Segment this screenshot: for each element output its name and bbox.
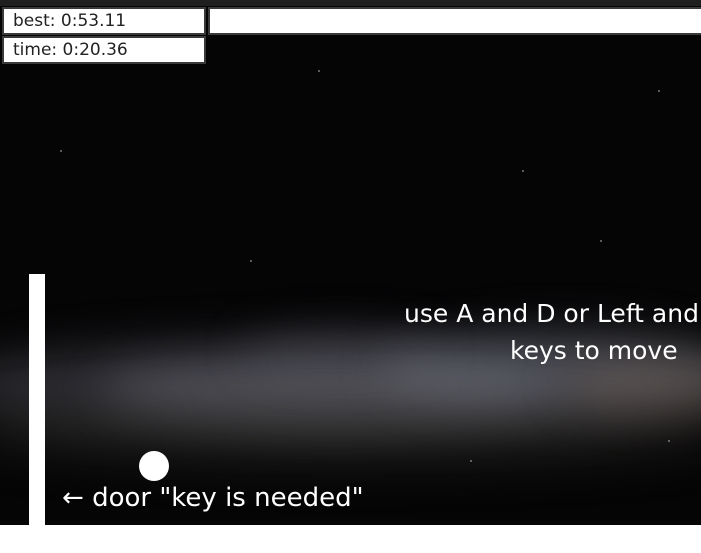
star — [522, 170, 524, 172]
door-wall — [29, 274, 45, 525]
nebula-band — [100, 360, 560, 420]
top-border — [0, 0, 701, 6]
left-arrow-icon: ← — [62, 483, 84, 513]
controls-hint: use A and D or Left and keys to move — [404, 295, 701, 369]
best-time-display: best: 0:53.11 — [2, 7, 206, 35]
current-time-display: time: 0:20.36 — [2, 36, 206, 64]
current-time-label: time: 0:20.36 — [13, 40, 128, 60]
door-hint: ← door "key is needed" — [62, 480, 364, 516]
progress-bar-fill — [210, 9, 701, 33]
star — [658, 90, 660, 92]
game-canvas[interactable]: best: 0:53.11 time: 0:20.36 use A and D … — [0, 0, 701, 525]
player-ball — [139, 451, 169, 481]
best-time-label: best: 0:53.11 — [13, 11, 127, 31]
star — [318, 70, 320, 72]
nebula-band — [0, 395, 701, 465]
star — [60, 150, 62, 152]
star — [470, 460, 472, 462]
star — [250, 260, 252, 262]
star — [668, 440, 670, 442]
controls-hint-line1: use A and D or Left and — [404, 299, 699, 328]
star — [600, 240, 602, 242]
door-hint-text: door "key is needed" — [92, 483, 364, 513]
controls-hint-line2: keys to move — [510, 336, 678, 365]
progress-bar — [208, 7, 701, 35]
